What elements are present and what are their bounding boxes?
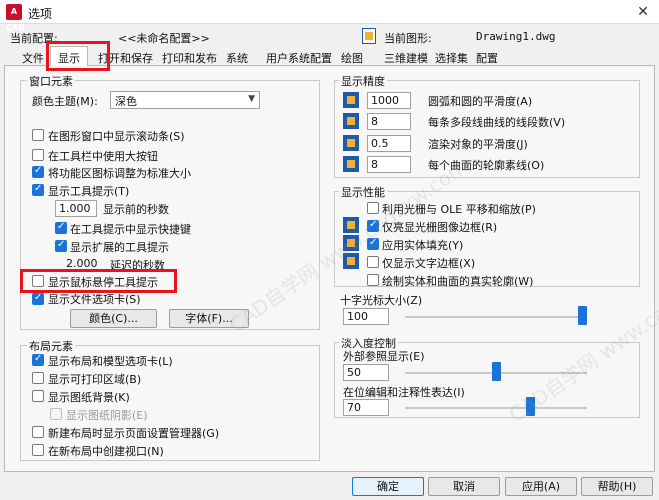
tab-plot-publish[interactable]: 打印和发布 [162,50,217,66]
file-tabs-label: 显示文件选项卡(S) [48,293,141,306]
layout-tabs-label: 显示布局和模型选项卡(L) [48,355,173,368]
text-frame-label: 仅显示文字边框(X) [382,257,476,270]
crosshair-size-slider-track[interactable] [405,316,587,318]
extended-tooltips-checkbox[interactable] [55,239,67,252]
scrollbars-checkbox[interactable] [32,129,44,141]
seconds-before-input[interactable]: 1.000 [55,200,97,217]
tab-files[interactable]: 文件 [22,50,44,66]
xref-display-label: 外部参照显示(E) [343,350,425,363]
apply-button[interactable]: 应用(A) [505,477,577,496]
current-drawing-value: Drawing1.dwg [476,30,556,43]
color-theme-value: 深色 [115,95,137,108]
ok-button[interactable]: 确定 [352,477,424,496]
close-icon[interactable]: ✕ [632,2,654,22]
polyline-segments-label: 每条多段线曲线的线段数(V) [428,116,566,129]
scrollbars-label: 在图形窗口中显示滚动条(S) [48,130,185,143]
colors-button[interactable]: 颜色(C)... [70,309,157,328]
polyline-segments-icon [343,113,359,129]
help-button[interactable]: 帮助(H) [581,477,653,496]
crosshair-size-title: 十字光标大小(Z) [340,294,423,307]
large-buttons-checkbox[interactable] [32,149,44,161]
paper-background-label: 显示图纸背景(K) [48,391,130,404]
contour-lines-icon [343,156,359,172]
solid-fill-label: 应用实体填充(Y) [382,239,464,252]
render-smoothness-label: 渲染对象的平滑度(J) [428,138,528,151]
text-frame-checkbox[interactable] [367,256,379,268]
title-bar [0,0,659,24]
large-buttons-label: 在工具栏中使用大按钮 [48,150,158,163]
layout-tabs-checkbox[interactable] [32,353,44,366]
crosshair-size-input[interactable]: 100 [343,308,389,325]
cancel-button[interactable]: 取消 [428,477,500,496]
display-tab-highlight-box [46,41,110,71]
display-resolution-title: 显示精度 [339,73,387,89]
true-silhouettes-checkbox[interactable] [367,274,379,286]
page-setup-label: 新建布局时显示页面设置管理器(G) [48,427,220,440]
current-drawing-label: 当前图形: [384,32,432,45]
create-viewport-checkbox[interactable] [32,444,44,456]
crosshair-size-slider-thumb[interactable] [578,306,587,325]
true-silhouettes-label: 绘制实体和曲面的真实轮廓(W) [382,275,534,288]
autocad-app-icon: A CAD [6,4,25,32]
printable-area-label: 显示可打印区域(B) [48,373,142,386]
color-theme-label: 颜色主题(M): [32,95,98,108]
file-tabs-checkbox[interactable] [32,292,44,305]
inplace-edit-slider-track[interactable] [405,407,587,409]
paper-shadow-checkbox[interactable] [50,408,62,420]
seconds-before-label: 显示前的秒数 [103,203,169,216]
chevron-down-icon: ▼ [248,94,255,104]
drawing-file-icon [362,28,376,44]
render-smoothness-icon [343,135,359,151]
tab-selection[interactable]: 选择集 [435,50,468,66]
xref-display-input[interactable]: 50 [343,364,389,381]
arc-smoothness-icon [343,92,359,108]
show-tooltips-checkbox[interactable] [32,183,44,196]
rollover-tooltip-highlight-box [20,269,177,293]
tab-profiles[interactable]: 配置 [476,50,498,66]
window-title: 选项 [28,7,53,21]
color-theme-select[interactable]: 深色 ▼ [110,91,260,109]
window-elements-title: 窗口元素 [27,73,75,89]
inplace-edit-label: 在位编辑和注释性表达(I) [343,386,465,399]
current-profile-value: <<未命名配置>> [118,32,210,45]
page-setup-checkbox[interactable] [32,426,44,438]
paper-background-checkbox[interactable] [32,390,44,402]
tab-drafting[interactable]: 绘图 [341,50,363,66]
xref-display-slider-thumb[interactable] [491,362,501,381]
show-tooltips-label: 显示工具提示(T) [48,185,130,198]
shortcut-keys-label: 在工具提示中显示快捷键 [70,223,191,236]
extended-tooltips-label: 显示扩展的工具提示 [70,241,169,254]
display-performance-title: 显示性能 [339,184,387,200]
printable-area-checkbox[interactable] [32,372,44,384]
arc-smoothness-label: 圆弧和圆的平滑度(A) [428,95,533,108]
arc-smoothness-input[interactable]: 1000 [367,92,411,109]
create-viewport-label: 在新布局中创建视口(N) [48,445,164,458]
polyline-segments-input[interactable]: 8 [367,113,411,130]
render-smoothness-input[interactable]: 0.5 [367,135,411,152]
layout-elements-title: 布局元素 [27,338,75,354]
paper-shadow-label: 显示图纸阴影(E) [66,409,148,422]
contour-lines-input[interactable]: 8 [367,156,411,173]
resize-icons-checkbox[interactable] [32,165,44,178]
resize-icons-label: 将功能区图标调整为标准大小 [48,167,191,180]
shortcut-keys-checkbox[interactable] [55,221,67,234]
tab-3d-modeling[interactable]: 三维建模 [384,50,428,66]
inplace-edit-input[interactable]: 70 [343,399,389,416]
tab-user-preferences[interactable]: 用户系统配置 [266,50,332,66]
tab-system[interactable]: 系统 [226,50,248,66]
